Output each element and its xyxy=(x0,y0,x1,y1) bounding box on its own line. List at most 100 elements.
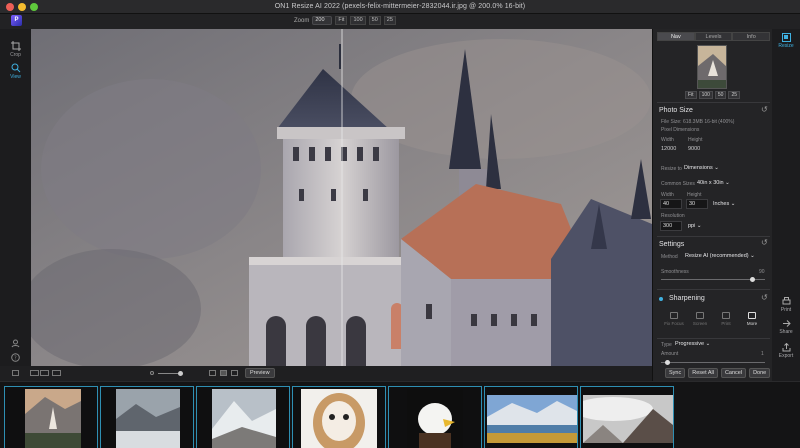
doc-height-label: Height xyxy=(687,192,702,198)
sharpening-reset-icon[interactable]: ↺ xyxy=(761,293,768,302)
filmstrip-thumb-lake-mountains[interactable] xyxy=(484,386,578,448)
doc-height-input[interactable]: 30 xyxy=(686,199,708,209)
sharpen-more-option[interactable]: More xyxy=(741,312,763,326)
zoom-controls: Zoom 200 Fit 100 50 25 xyxy=(294,16,396,25)
nav-25-button[interactable]: 25 xyxy=(728,91,741,99)
resize-module[interactable]: Resize xyxy=(772,33,800,49)
cancel-button[interactable]: Cancel xyxy=(720,368,747,378)
zoom-select[interactable]: 200 xyxy=(312,16,333,25)
done-button[interactable]: Done xyxy=(749,368,771,378)
pixel-width-value: 12000 xyxy=(661,146,677,152)
thumbnail-size-knob[interactable] xyxy=(178,371,183,376)
sharpen-screen-option[interactable]: Screen xyxy=(689,312,711,326)
filmstrip-thumb-eagle[interactable] xyxy=(388,386,482,448)
chevron-down-icon: ⌄ xyxy=(730,201,736,207)
method-dropdown[interactable]: Resize AI (recommended) ⌄ xyxy=(685,253,755,259)
panel-action-buttons: Sync Reset All Cancel Done xyxy=(665,368,771,378)
sync-button[interactable]: Sync xyxy=(665,368,686,378)
navigator-thumbnail[interactable] xyxy=(697,45,727,89)
photo-size-reset-icon[interactable]: ↺ xyxy=(761,105,768,114)
sharpen-fix-focus-option[interactable]: Fix Focus xyxy=(663,312,685,326)
reset-all-button[interactable]: Reset All xyxy=(688,368,718,378)
tab-info[interactable]: Info xyxy=(732,32,771,41)
image-view-icon[interactable] xyxy=(220,370,227,376)
user-icon[interactable] xyxy=(11,339,20,348)
print-module[interactable]: Print xyxy=(772,297,800,313)
split-view-icon[interactable] xyxy=(40,370,49,376)
resize-to-label: Resize to xyxy=(661,166,682,172)
crop-tool[interactable]: Crop xyxy=(0,41,31,58)
owl-thumbnail xyxy=(301,389,377,448)
zoom-50-button[interactable]: 50 xyxy=(368,16,381,25)
type-dropdown[interactable]: Progressive ⌄ xyxy=(675,341,710,347)
zoom-label: Zoom xyxy=(294,17,310,24)
file-size-text: File Size: 618.3MB 16-bit (400%) xyxy=(661,119,735,125)
divider xyxy=(657,236,770,237)
panel-toggle-icon[interactable] xyxy=(12,370,19,376)
single-view-icon[interactable] xyxy=(30,370,39,376)
window-title: ON1 Resize AI 2022 (pexels-felix-mitterm… xyxy=(274,3,526,10)
top-toolbar: P Zoom 200 Fit 100 50 25 xyxy=(0,14,800,29)
castle-thumbnail xyxy=(25,389,81,448)
cloud-mountains-thumbnail xyxy=(583,395,673,443)
nav-fit-button[interactable]: Fit xyxy=(685,91,697,99)
grid-view-icon[interactable] xyxy=(231,370,238,376)
chevron-down-icon: ⌄ xyxy=(705,341,711,347)
smoothness-slider-knob[interactable] xyxy=(750,277,755,282)
unit-dropdown[interactable]: Inches ⌄ xyxy=(713,201,735,207)
tab-levels[interactable]: Levels xyxy=(694,32,733,41)
filmstrip-thumb-cloud-mountains[interactable] xyxy=(580,386,674,448)
resolution-unit-dropdown[interactable]: ppi ⌄ xyxy=(688,223,701,229)
compare-view-icon[interactable] xyxy=(52,370,61,376)
zoom-25-button[interactable]: 25 xyxy=(383,16,396,25)
settings-reset-icon[interactable]: ↺ xyxy=(761,238,768,247)
doc-width-label: Width xyxy=(661,192,674,198)
share-module[interactable]: Share xyxy=(772,319,800,335)
chevron-down-icon: ⌄ xyxy=(714,165,719,171)
resize-to-dropdown[interactable]: Dimensions ⌄ xyxy=(684,165,719,171)
filmstrip-thumb-snow-mountains[interactable] xyxy=(196,386,290,448)
screen-label: Screen xyxy=(692,321,708,326)
amount-value: 1 xyxy=(761,351,764,357)
filmstrip-thumb-castle[interactable] xyxy=(4,386,98,448)
export-module[interactable]: Export xyxy=(772,343,800,359)
right-module-rail: Resize Print Share Export xyxy=(772,29,800,381)
export-icon xyxy=(782,343,790,352)
chevron-down-icon: ⌄ xyxy=(725,180,730,186)
settings-title: Settings xyxy=(659,241,685,248)
tab-nav[interactable]: Nav xyxy=(657,32,695,41)
view-tool-label: View xyxy=(10,74,21,80)
method-value: Resize AI (recommended) xyxy=(685,253,749,259)
nav-50-button[interactable]: 50 xyxy=(714,91,727,99)
preview-button[interactable]: Preview xyxy=(245,368,275,378)
photo-size-title: Photo Size xyxy=(659,107,693,114)
common-sizes-value: 40in x 30in xyxy=(697,180,724,186)
pixel-height-value: 9000 xyxy=(688,146,701,152)
amount-slider-knob[interactable] xyxy=(665,360,670,365)
sharpening-enabled-toggle[interactable] xyxy=(659,297,663,301)
left-tool-rail: Crop View ? xyxy=(0,29,31,367)
common-sizes-dropdown[interactable]: 40in x 30in ⌄ xyxy=(697,180,730,186)
filmstrip-thumb-snow-valley[interactable] xyxy=(100,386,194,448)
amount-label: Amount xyxy=(661,351,679,357)
lake-mountains-thumbnail xyxy=(487,395,577,443)
resolution-unit-value: ppi xyxy=(688,223,696,229)
zoom-100-button[interactable]: 100 xyxy=(350,16,366,25)
help-icon[interactable]: ? xyxy=(11,353,20,362)
filmstrip xyxy=(0,381,800,448)
filmstrip-thumb-owl[interactable] xyxy=(292,386,386,448)
image-canvas[interactable] xyxy=(31,29,652,366)
zoom-fit-button[interactable]: Fit xyxy=(335,16,348,25)
unit-value: Inches xyxy=(713,201,730,207)
more-label: More xyxy=(746,321,758,326)
resolution-input[interactable]: 300 xyxy=(660,221,682,231)
zoom-out-icon[interactable] xyxy=(150,371,154,375)
nav-100-button[interactable]: 100 xyxy=(698,91,713,99)
sharpen-print-option[interactable]: Print xyxy=(715,312,737,326)
pixel-height-label: Height xyxy=(688,137,703,143)
mask-view-icon[interactable] xyxy=(209,370,216,376)
amount-slider[interactable] xyxy=(661,362,765,363)
pixel-dimensions-label: Pixel Dimensions xyxy=(661,127,700,133)
view-tool[interactable]: View xyxy=(0,63,31,80)
doc-width-input[interactable]: 40 xyxy=(660,199,682,209)
